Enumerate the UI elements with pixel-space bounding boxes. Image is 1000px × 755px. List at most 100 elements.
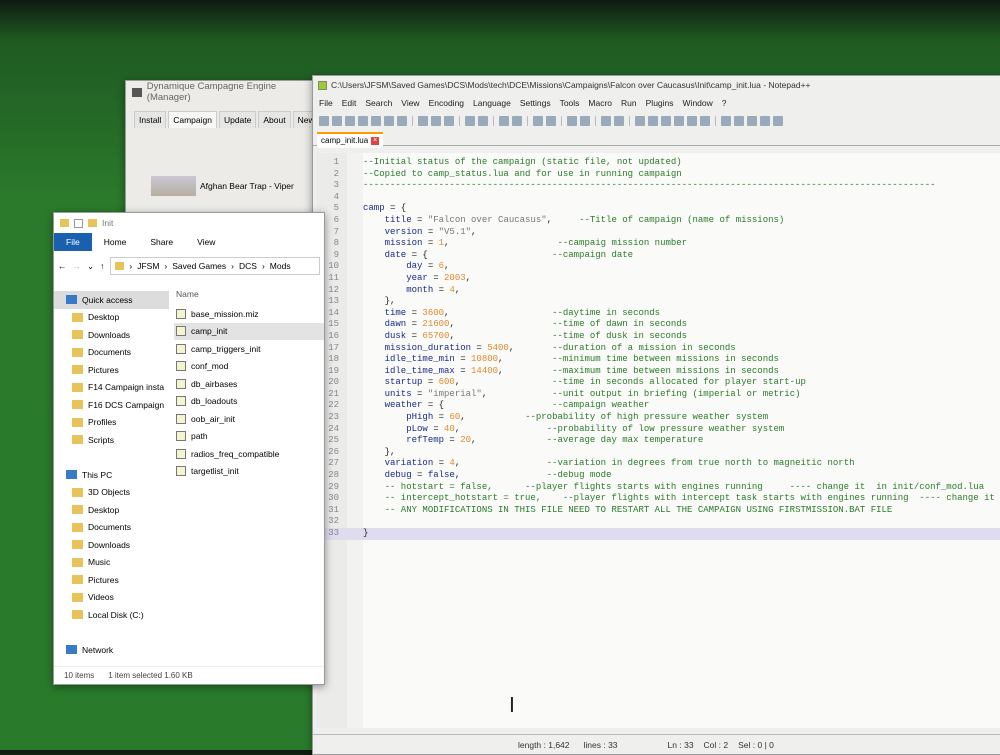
toolbar-button-icon[interactable] [546, 116, 556, 126]
up-icon[interactable]: ↑ [100, 261, 104, 271]
nav-item[interactable]: Downloads [54, 326, 169, 344]
column-header-name[interactable]: Name [174, 285, 324, 305]
menu-encoding[interactable]: Encoding [429, 98, 464, 108]
tab-camp-init[interactable]: camp_init.lua × [317, 131, 384, 148]
toolbar-button-icon[interactable] [601, 116, 611, 126]
toolbar-button-icon[interactable] [734, 116, 744, 126]
file-row[interactable]: conf_mod [174, 358, 324, 376]
file-row[interactable]: db_loadouts [174, 393, 324, 411]
nav-item[interactable]: Pictures [54, 571, 169, 589]
nav-item[interactable]: Desktop [54, 501, 169, 519]
toolbar-button-icon[interactable] [358, 116, 368, 126]
file-explorer-window[interactable]: Init File Home Share View ← → ⌄ ↑ › JFSM › Saved … [53, 212, 325, 685]
address-bar[interactable]: › JFSM › Saved Games › DCS › Mods [110, 257, 320, 275]
toolbar-button-icon[interactable] [635, 116, 645, 126]
breadcrumb-item[interactable]: DCS [239, 261, 257, 271]
file-row[interactable]: oob_air_init [174, 410, 324, 428]
nav-item[interactable]: F14 Campaign insta [54, 379, 169, 397]
forward-icon[interactable]: → [73, 261, 82, 271]
menu-help[interactable]: ? [722, 98, 727, 108]
campaign-entry[interactable]: Afghan Bear Trap - Viper [151, 176, 294, 196]
recent-chevron-icon[interactable]: ⌄ [87, 261, 94, 272]
toolbar-button-icon[interactable] [567, 116, 577, 126]
menu-search[interactable]: Search [365, 98, 392, 108]
toolbar-button-icon[interactable] [478, 116, 488, 126]
back-icon[interactable]: ← [58, 261, 67, 271]
menu-edit[interactable]: Edit [342, 98, 357, 108]
toolbar-button-icon[interactable] [499, 116, 509, 126]
notepadpp-window[interactable]: C:\Users\JFSM\Saved Games\DCS\Mods\tech\… [312, 75, 1000, 755]
toolbar-button-icon[interactable] [773, 116, 783, 126]
nav-item[interactable]: Music [54, 554, 169, 572]
file-row[interactable]: radios_freq_compatible [174, 445, 324, 463]
tab-update[interactable]: Update [218, 111, 257, 128]
toolbar-button-icon[interactable] [418, 116, 428, 126]
toolbar-button-icon[interactable] [384, 116, 394, 126]
nav-item[interactable]: Documents [54, 344, 169, 362]
menu-window[interactable]: Window [683, 98, 713, 108]
nav-item[interactable]: This PC [54, 466, 169, 484]
close-tab-icon[interactable]: × [371, 136, 380, 145]
nav-item[interactable]: Local Disk (C:) [54, 606, 169, 624]
tab-about[interactable]: About [258, 111, 291, 128]
nav-item[interactable]: Network [54, 641, 169, 659]
menu-run[interactable]: Run [621, 98, 637, 108]
nav-item[interactable]: Profiles [54, 414, 169, 432]
toolbar-button-icon[interactable] [687, 116, 697, 126]
nav-item[interactable]: F16 DCS Campaign [54, 396, 169, 414]
file-row[interactable]: base_mission.miz [174, 305, 324, 323]
nav-item[interactable]: Scripts [54, 431, 169, 449]
nav-item[interactable] [54, 449, 169, 467]
breadcrumb-item[interactable]: JFSM [137, 261, 159, 271]
file-row[interactable]: path [174, 428, 324, 446]
nav-item[interactable]: Quick access [54, 291, 169, 309]
ribbon-tab-file[interactable]: File [54, 233, 92, 251]
toolbar-button-icon[interactable] [512, 116, 522, 126]
toolbar-button-icon[interactable] [580, 116, 590, 126]
toolbar-button-icon[interactable] [444, 116, 454, 126]
nav-item[interactable]: Documents [54, 519, 169, 537]
nav-item[interactable]: 3D Objects [54, 484, 169, 502]
ribbon-tab-share[interactable]: Share [138, 237, 185, 247]
nav-item[interactable]: Videos [54, 589, 169, 607]
menu-settings[interactable]: Settings [520, 98, 551, 108]
toolbar-button-icon[interactable] [614, 116, 624, 126]
toolbar-button-icon[interactable] [465, 116, 475, 126]
toolbar-button-icon[interactable] [397, 116, 407, 126]
menu-view[interactable]: View [401, 98, 419, 108]
nav-item[interactable]: Desktop [54, 309, 169, 327]
toolbar-button-icon[interactable] [760, 116, 770, 126]
breadcrumb-item[interactable]: Saved Games [172, 261, 226, 271]
file-row[interactable]: camp_triggers_init [174, 340, 324, 358]
toolbar-button-icon[interactable] [648, 116, 658, 126]
nav-item[interactable]: Pictures [54, 361, 169, 379]
toolbar-button-icon[interactable] [661, 116, 671, 126]
nav-item[interactable] [54, 624, 169, 642]
file-row[interactable]: camp_init [174, 322, 324, 340]
tab-install[interactable]: Install [134, 111, 167, 128]
toolbar-button-icon[interactable] [319, 116, 329, 126]
toolbar-button-icon[interactable] [747, 116, 757, 126]
tab-campaign[interactable]: Campaign [168, 111, 217, 128]
menu-tools[interactable]: Tools [560, 98, 580, 108]
breadcrumb-item[interactable]: Mods [270, 261, 291, 271]
toolbar-button-icon[interactable] [431, 116, 441, 126]
menu-plugins[interactable]: Plugins [646, 98, 674, 108]
toolbar-button-icon[interactable] [700, 116, 710, 126]
toolbar-button-icon[interactable] [332, 116, 342, 126]
code-editor[interactable]: 1 --Initial status of the campaign (stati… [317, 153, 1000, 728]
menu-file[interactable]: File [319, 98, 333, 108]
toolbar-button-icon[interactable] [345, 116, 355, 126]
toolbar-button-icon[interactable] [533, 116, 543, 126]
nav-item[interactable]: Downloads [54, 536, 169, 554]
dce-manager-window[interactable]: Dynamique Campagne Engine (Manager) Inst… [125, 80, 324, 220]
ribbon-tab-view[interactable]: View [185, 237, 227, 247]
menu-macro[interactable]: Macro [588, 98, 612, 108]
ribbon-tab-home[interactable]: Home [92, 237, 139, 247]
toolbar-button-icon[interactable] [674, 116, 684, 126]
file-row[interactable]: db_airbases [174, 375, 324, 393]
menu-language[interactable]: Language [473, 98, 511, 108]
file-row[interactable]: targetlist_init [174, 463, 324, 481]
toolbar-button-icon[interactable] [371, 116, 381, 126]
toolbar-button-icon[interactable] [721, 116, 731, 126]
